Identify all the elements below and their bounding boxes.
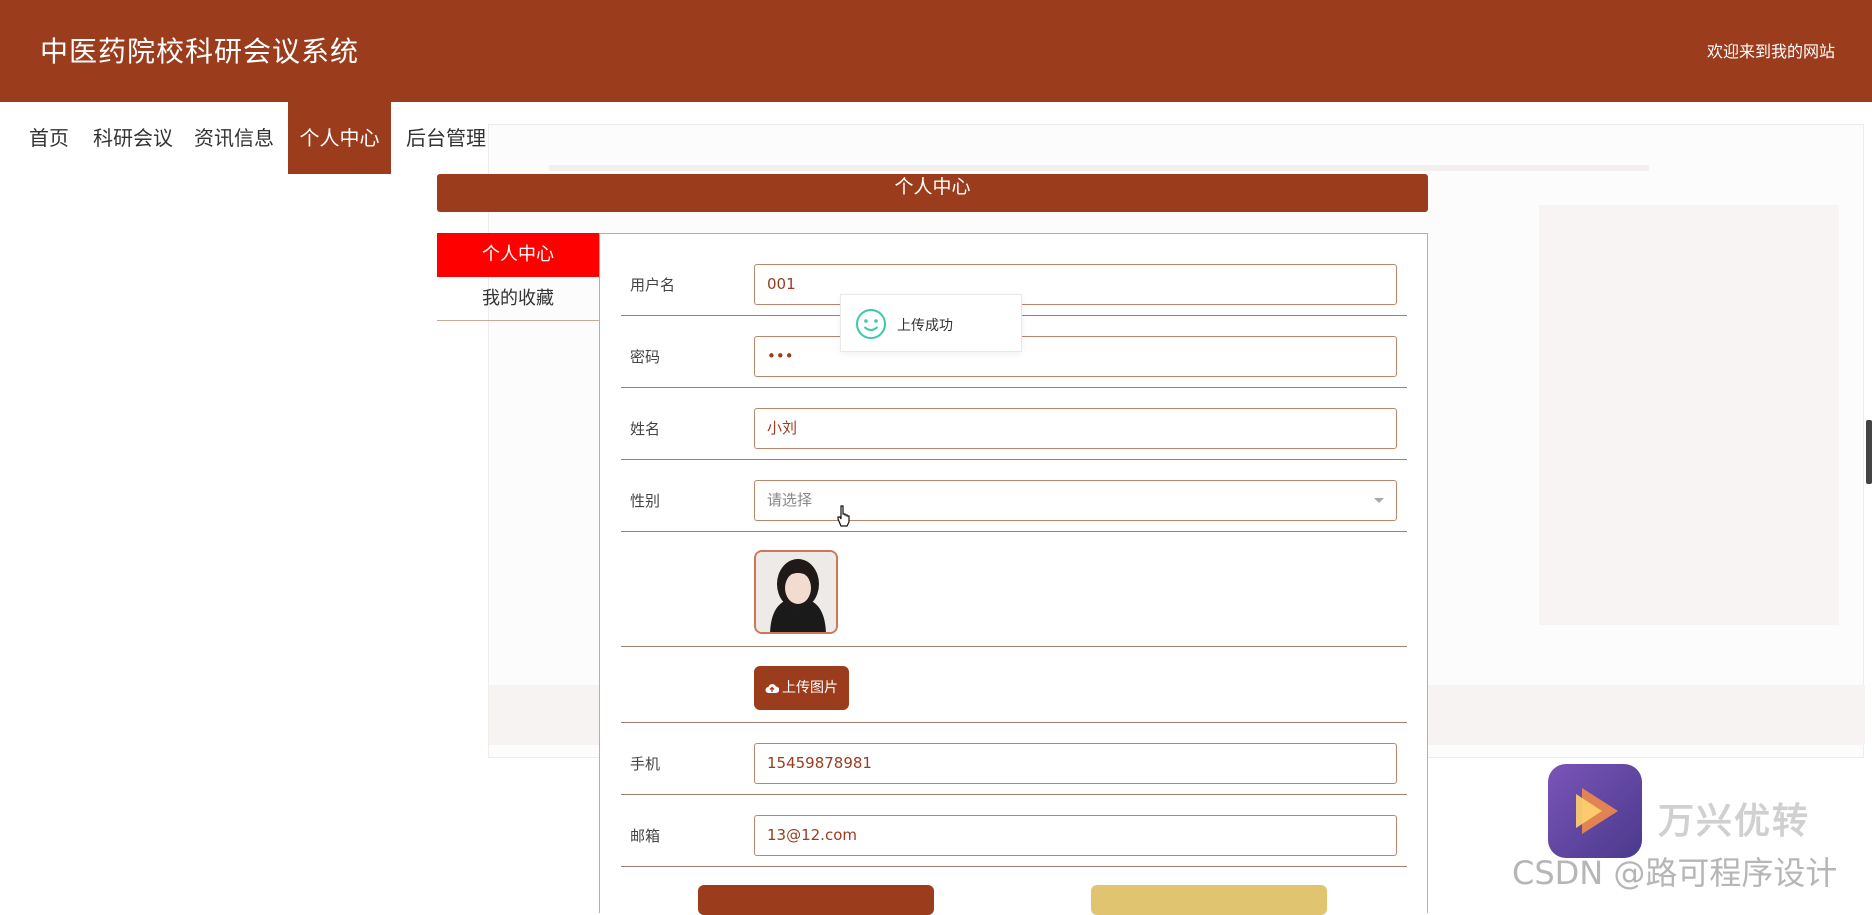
site-header: 中医药院校科研会议系统 欢迎来到我的网站 (0, 0, 1872, 102)
wanxing-logo-icon (1548, 764, 1642, 858)
scrollbar[interactable] (1866, 420, 1872, 484)
chevron-down-icon (1374, 498, 1384, 503)
cloud-upload-icon (765, 684, 780, 693)
smile-icon (856, 309, 886, 339)
gender-placeholder: 请选择 (767, 491, 813, 509)
name-label: 姓名 (630, 420, 661, 438)
nav-item-admin[interactable]: 后台管理 (400, 102, 492, 174)
nav-item-home[interactable]: 首页 (20, 102, 78, 174)
form-row-gender: 性别 请选择 (621, 460, 1407, 532)
site-title: 中医药院校科研会议系统 (40, 35, 360, 68)
side-menu: 个人中心 我的收藏 (437, 233, 599, 321)
password-label: 密码 (630, 348, 661, 366)
form-row-avatar (621, 532, 1407, 647)
reset-button[interactable] (1091, 885, 1327, 915)
watermark-csdn: CSDN @路可程序设计 (1512, 854, 1838, 892)
welcome-text: 欢迎来到我的网站 (1706, 42, 1835, 61)
email-label: 邮箱 (630, 827, 661, 845)
nav-item-profile[interactable]: 个人中心 (288, 102, 391, 174)
email-input[interactable]: 13@12.com (754, 815, 1397, 856)
form-row-name: 姓名 小刘 (621, 388, 1407, 460)
hand-cursor-icon (837, 505, 850, 527)
side-item-favorites[interactable]: 我的收藏 (437, 277, 599, 321)
gender-label: 性别 (630, 492, 661, 510)
upload-image-button[interactable]: 上传图片 (754, 666, 849, 710)
username-label: 用户名 (630, 276, 676, 294)
avatar-image (754, 550, 838, 634)
form-row-email: 邮箱 13@12.com (621, 795, 1407, 867)
page-title: 个人中心 (437, 174, 1428, 212)
side-item-profile[interactable]: 个人中心 (437, 233, 599, 277)
phone-label: 手机 (630, 755, 661, 773)
upload-button-label: 上传图片 (782, 680, 838, 696)
watermark-app-name: 万兴优转 (1658, 801, 1811, 842)
upload-success-toast: 上传成功 (840, 294, 1022, 352)
form-row-phone: 手机 15459878981 (621, 723, 1407, 795)
toast-message: 上传成功 (897, 318, 953, 334)
phone-input[interactable]: 15459878981 (754, 743, 1397, 784)
nav-item-meetings[interactable]: 科研会议 (88, 102, 178, 174)
submit-button[interactable] (698, 885, 934, 915)
form-row-upload: 上传图片 (621, 647, 1407, 723)
name-input[interactable]: 小刘 (754, 408, 1397, 449)
nav-item-news[interactable]: 资讯信息 (188, 102, 280, 174)
